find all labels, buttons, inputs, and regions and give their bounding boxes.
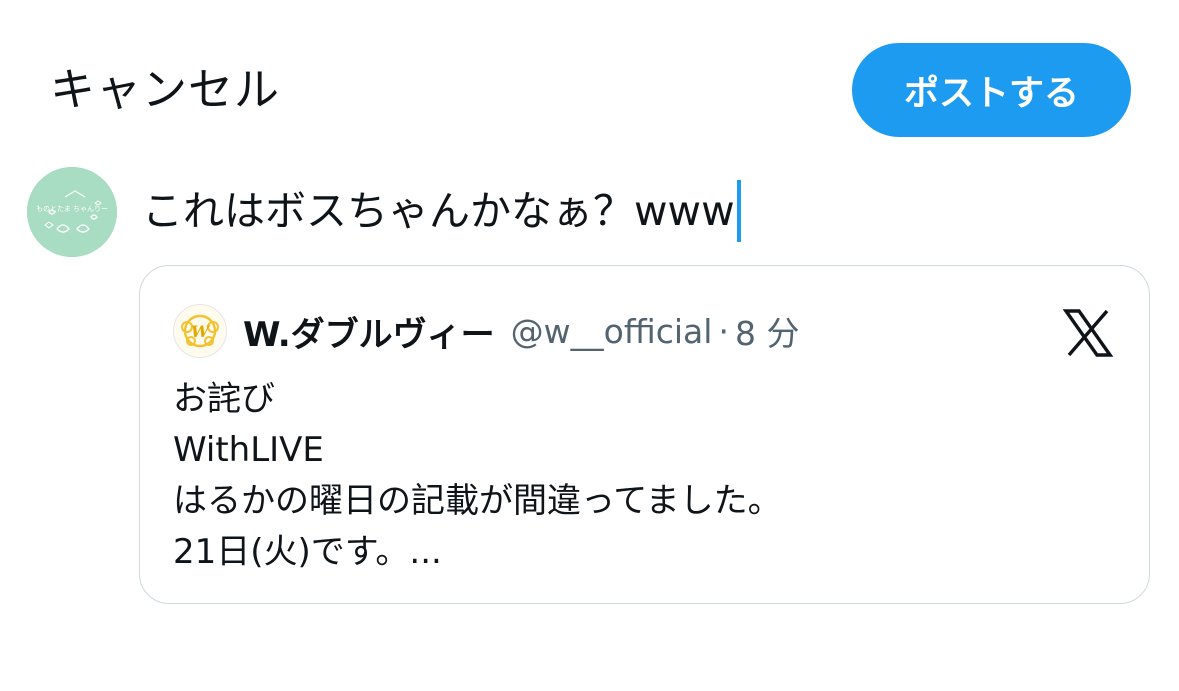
avatar-text: ものとたま ちゃんりー [36, 205, 108, 213]
meta-separator: · [718, 311, 729, 351]
x-logo-icon [1063, 309, 1113, 357]
quoted-text-line: WithLIVE [173, 430, 324, 470]
quoted-post-body: お詫び WithLIVE はるかの曜日の記載が間違ってました。 21日(火)です… [173, 374, 782, 578]
compose-text[interactable]: これはボスちゃんかなぁ？www [142, 180, 735, 242]
quoted-author-avatar: W [173, 304, 227, 358]
w-logo-icon: W [181, 314, 219, 348]
compose-post-screen: キャンセル ポストする ものとたま ちゃんりー これはボスちゃんかなぁ？www [0, 0, 1179, 691]
user-avatar[interactable]: ものとたま ちゃんりー [27, 167, 117, 257]
quoted-text-line: はるかの曜日の記載が間違ってました。 [173, 481, 782, 521]
quoted-text-line: お詫び [173, 379, 275, 419]
cancel-button[interactable]: キャンセル [50, 60, 280, 120]
text-caret [736, 180, 741, 242]
post-button[interactable]: ポストする [852, 43, 1131, 137]
quoted-post-header: W W.ダブルヴィー @w__official · 8 分 [173, 304, 800, 358]
compose-textarea[interactable]: これはボスちゃんかなぁ？www [142, 180, 741, 242]
quoted-text-line: 21日(火)です。... [173, 532, 442, 572]
avatar-illustration: ものとたま ちゃんりー [27, 167, 117, 257]
quoted-post-card[interactable]: W W.ダブルヴィー @w__official · 8 分 お詫び WithLI… [139, 265, 1150, 604]
logo-letter: W [191, 322, 211, 341]
quoted-handle: @w__official [510, 311, 713, 351]
quoted-timestamp: 8 分 [734, 314, 800, 353]
quoted-display-name: W.ダブルヴィー [243, 314, 495, 355]
